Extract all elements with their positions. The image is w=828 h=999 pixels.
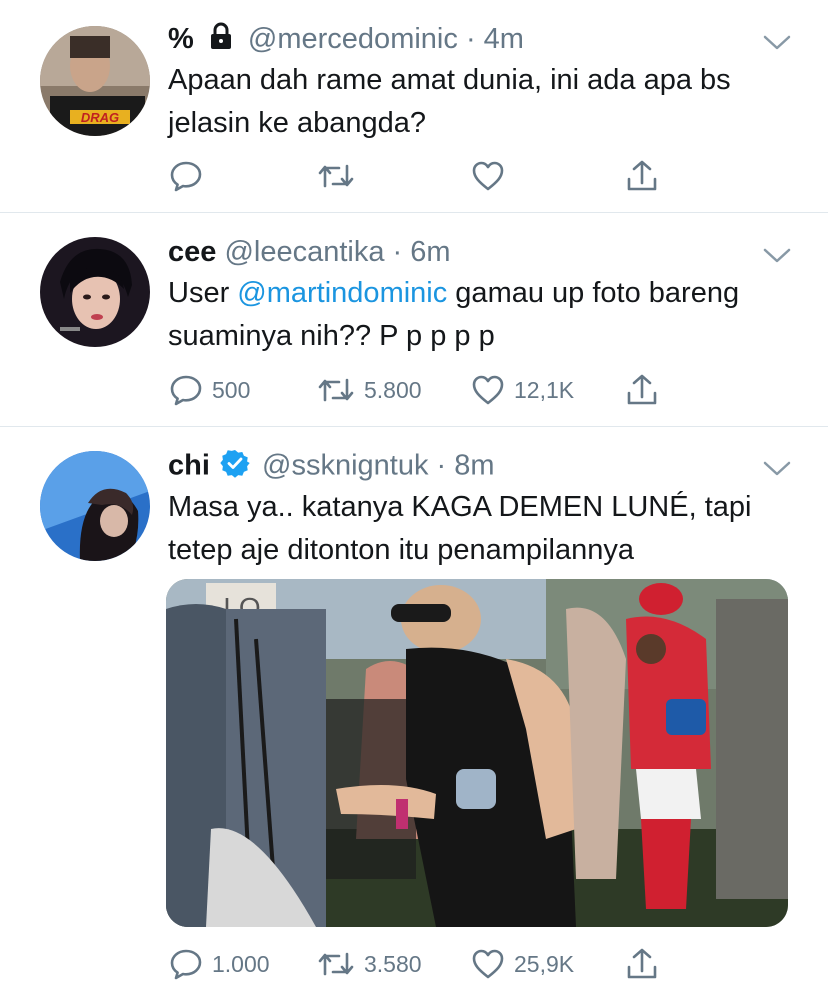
chevron-down-icon[interactable]	[760, 456, 794, 480]
avatar[interactable]	[40, 237, 150, 347]
tweet-actions: 1.000 3.580 25,9K	[168, 944, 668, 984]
share-button[interactable]	[624, 156, 660, 196]
tweet-1[interactable]: DRAG % @mercedominic · 4m Apaan dah rame…	[0, 0, 828, 212]
tweet-text: User @martindominic gamau up foto bareng…	[168, 272, 798, 358]
share-button[interactable]	[624, 370, 660, 410]
verified-badge-icon	[220, 448, 250, 486]
tweet-text: Apaan dah rame amat dunia, ini ada apa b…	[168, 64, 731, 139]
like-count: 25,9K	[514, 950, 575, 977]
chevron-down-icon[interactable]	[760, 243, 794, 267]
timestamp[interactable]: 8m	[454, 450, 494, 482]
tweet-2[interactable]: cee @leecantika · 6m User @martindominic…	[0, 213, 828, 426]
chevron-down-icon[interactable]	[760, 30, 794, 54]
reply-button[interactable]: 1.000	[168, 944, 270, 984]
reply-button[interactable]	[168, 156, 212, 196]
tweet-header: % @mercedominic · 4m	[168, 22, 524, 56]
timestamp[interactable]: 6m	[410, 236, 450, 268]
retweet-button[interactable]	[316, 156, 364, 196]
reply-count: 1.000	[212, 950, 270, 977]
timestamp[interactable]: 4m	[484, 23, 524, 55]
like-count: 12,1K	[514, 376, 575, 403]
tweet-photo[interactable]: LO	[166, 579, 788, 927]
like-icon	[470, 946, 506, 982]
tweet-text: Masa ya.. katanya KAGA DEMEN LUNÉ, tapi …	[168, 491, 752, 566]
reply-count: 500	[212, 376, 251, 403]
tweet-actions	[168, 156, 668, 196]
retweet-count: 5.800	[364, 376, 422, 403]
reply-button[interactable]: 500	[168, 370, 250, 410]
mention-link[interactable]: @martindominic	[237, 277, 447, 309]
retweet-icon	[316, 946, 356, 982]
separator-dot: ·	[436, 449, 447, 482]
display-name[interactable]: %	[168, 23, 194, 55]
like-button[interactable]: 25,9K	[470, 944, 574, 984]
display-name[interactable]: cee	[168, 236, 216, 268]
tweet-header: chi @ssknigntuk · 8m	[168, 448, 495, 482]
reply-icon	[168, 158, 204, 194]
like-icon	[470, 158, 506, 194]
tweet-actions: 500 5.800 12,1K	[168, 370, 668, 410]
like-button[interactable]: 12,1K	[470, 370, 574, 410]
retweet-count: 3.580	[364, 950, 422, 977]
user-handle[interactable]: @mercedominic	[248, 23, 458, 55]
like-button[interactable]	[470, 156, 514, 196]
share-button[interactable]	[624, 944, 660, 984]
share-icon	[624, 372, 660, 408]
retweet-icon	[316, 372, 356, 408]
lock-icon	[208, 22, 234, 58]
avatar[interactable]	[40, 451, 150, 561]
share-icon	[624, 158, 660, 194]
retweet-button[interactable]: 5.800	[316, 370, 422, 410]
separator-dot: ·	[465, 23, 476, 55]
user-handle[interactable]: @leecantika	[224, 236, 384, 268]
user-handle[interactable]: @ssknigntuk	[262, 450, 428, 482]
tweet-header: cee @leecantika · 6m	[168, 235, 451, 269]
retweet-button[interactable]: 3.580	[316, 944, 422, 984]
share-icon	[624, 946, 660, 982]
retweet-icon	[316, 158, 356, 194]
svg-text:DRAG: DRAG	[81, 110, 119, 125]
avatar[interactable]: DRAG	[40, 26, 150, 136]
reply-icon	[168, 946, 204, 982]
tweet-text-prefix: User	[168, 277, 238, 309]
display-name[interactable]: chi	[168, 450, 210, 482]
separator-dot: ·	[392, 236, 403, 268]
like-icon	[470, 372, 506, 408]
reply-icon	[168, 372, 204, 408]
